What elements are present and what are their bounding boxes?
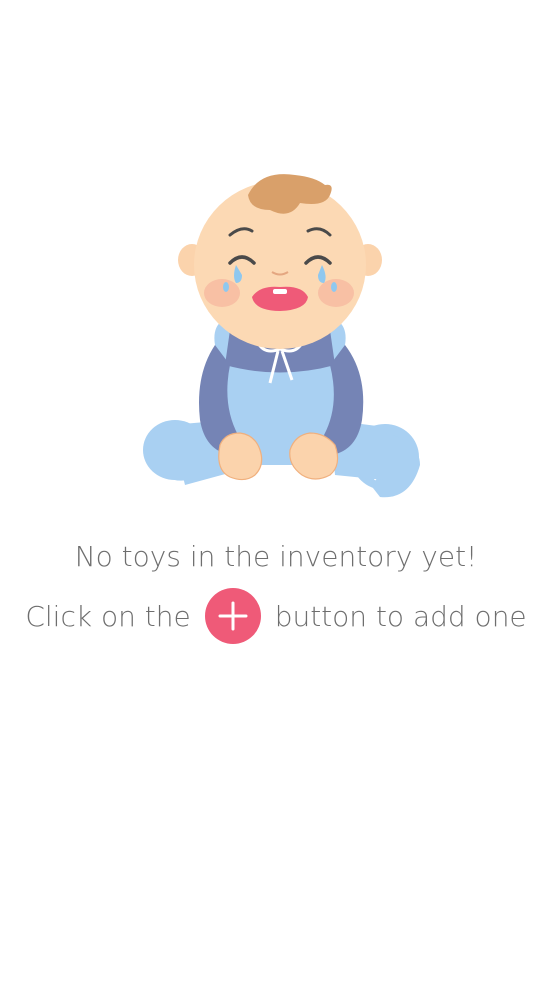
add-toy-button[interactable] [204, 588, 261, 644]
hint-suffix-text: button to add one [274, 599, 527, 633]
empty-state-hint: Click on the button to add one [0, 588, 552, 644]
empty-state-headline: No toys in the inventory yet! [74, 540, 478, 573]
plus-icon [218, 601, 248, 631]
empty-inventory-screen: No toys in the inventory yet! Click on t… [0, 0, 552, 982]
crying-baby-icon [130, 165, 430, 510]
hint-prefix-text: Click on the [25, 599, 191, 633]
